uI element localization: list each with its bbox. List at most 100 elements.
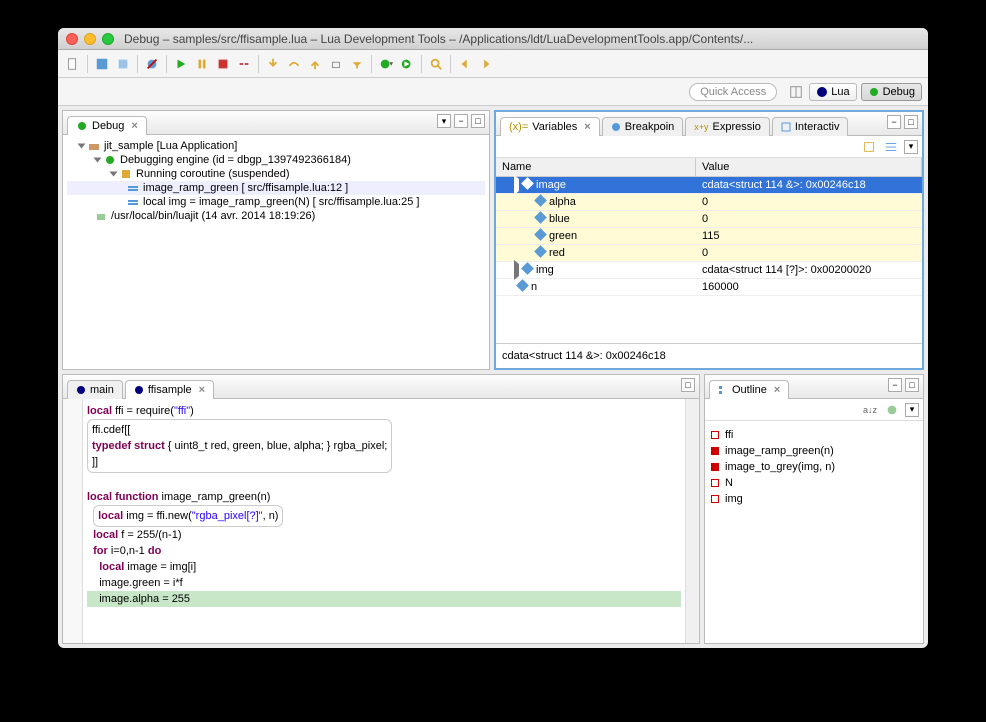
bug-icon [76, 120, 88, 132]
tab-label: Variables [532, 121, 577, 133]
drop-frame-button[interactable] [327, 55, 345, 73]
nav-fwd-button[interactable] [477, 55, 495, 73]
debug-perspective-button[interactable]: Debug [861, 83, 922, 101]
outline-item[interactable]: image_to_grey(img, n) [711, 459, 917, 475]
step-return-button[interactable] [306, 55, 324, 73]
editor-tab-ffisample[interactable]: ffisample × [125, 380, 214, 399]
variable-row[interactable]: n 160000 [496, 279, 922, 296]
debug-dropdown-button[interactable] [377, 55, 395, 73]
view-menu-button[interactable]: ▾ [437, 114, 451, 128]
stack-frame[interactable]: image_ramp_green [ src/ffisample.lua:12 … [67, 181, 485, 195]
close-icon[interactable]: × [774, 384, 780, 396]
tab-label: Expressio [713, 121, 761, 133]
var-icon [711, 431, 719, 439]
maximize-view-button[interactable]: □ [471, 114, 485, 128]
debug-tab[interactable]: Debug × [67, 116, 147, 135]
maximize-icon[interactable] [102, 33, 114, 45]
close-icon[interactable]: × [584, 121, 590, 133]
table-header: Name Value [496, 158, 922, 177]
launch-node[interactable]: jit_sample [Lua Application] [67, 139, 485, 153]
breakpoint-icon [611, 122, 621, 132]
outline-item[interactable]: image_ramp_green(n) [711, 443, 917, 459]
expressions-tab[interactable]: x+yExpressio [685, 117, 770, 136]
var-icon [711, 479, 719, 487]
name-column-header[interactable]: Name [496, 158, 696, 176]
disconnect-button[interactable] [235, 55, 253, 73]
variable-row[interactable]: red 0 [496, 245, 922, 262]
outline-item[interactable]: N [711, 475, 917, 491]
thread-node[interactable]: Running coroutine (suspended) [67, 167, 485, 181]
variable-row[interactable]: image cdata<struct 114 &>: 0x00246c18 [496, 177, 922, 194]
variables-table[interactable]: Name Value image cdata<struct 114 &>: 0x… [496, 158, 922, 343]
close-icon[interactable]: × [199, 384, 205, 396]
view-menu-button[interactable]: ▾ [905, 403, 919, 417]
run-dropdown-button[interactable] [398, 55, 416, 73]
outline-icon [718, 385, 728, 395]
engine-node[interactable]: Debugging engine (id = dbgp_139749236618… [67, 153, 485, 167]
nav-back-button[interactable] [456, 55, 474, 73]
breakpoints-tab[interactable]: Breakpoin [602, 117, 684, 136]
search-button[interactable] [427, 55, 445, 73]
variables-tab[interactable]: (x)=Variables× [500, 117, 600, 136]
titlebar: Debug – samples/src/ffisample.lua – Lua … [58, 28, 928, 50]
var-icon [711, 495, 719, 503]
perspective-label: Lua [831, 86, 849, 98]
launch-icon [88, 140, 100, 152]
window-title: Debug – samples/src/ffisample.lua – Lua … [124, 32, 920, 46]
editor-gutter[interactable] [63, 399, 83, 643]
outline-tab[interactable]: Outline × [709, 380, 789, 399]
maximize-view-button[interactable]: □ [904, 115, 918, 129]
show-type-button[interactable] [860, 138, 878, 156]
perspective-label: Debug [883, 86, 915, 98]
console-icon [781, 122, 791, 132]
process-node[interactable]: /usr/local/bin/luajit (14 avr. 2014 18:1… [67, 209, 485, 223]
maximize-view-button[interactable]: □ [681, 378, 695, 392]
value-column-header[interactable]: Value [696, 158, 922, 176]
minimize-view-button[interactable]: − [888, 378, 902, 392]
variable-row[interactable]: img cdata<struct 114 [?]>: 0x00200020 [496, 262, 922, 279]
interactive-tab[interactable]: Interactiv [772, 117, 849, 136]
variable-row[interactable]: green 115 [496, 228, 922, 245]
frame-icon [127, 196, 139, 208]
terminate-button[interactable] [214, 55, 232, 73]
tab-label: Interactiv [795, 121, 840, 133]
collapse-button[interactable] [882, 138, 900, 156]
outline-list[interactable]: ffi image_ramp_green(n) image_to_grey(im… [705, 421, 923, 643]
window-controls [66, 33, 114, 45]
editor-tab-main[interactable]: main [67, 380, 123, 399]
step-into-button[interactable] [264, 55, 282, 73]
func-icon [711, 463, 719, 471]
close-icon[interactable]: × [131, 120, 137, 132]
view-menu-button[interactable]: ▾ [904, 140, 918, 154]
filter-button[interactable] [883, 401, 901, 419]
tab-label: ffisample [148, 384, 192, 396]
minimize-view-button[interactable]: − [454, 114, 468, 128]
minimize-view-button[interactable]: − [887, 115, 901, 129]
sort-button[interactable]: a↓z [861, 401, 879, 419]
save-all-button[interactable] [114, 55, 132, 73]
stack-frame[interactable]: local img = image_ramp_green(N) [ src/ff… [67, 195, 485, 209]
quick-access-input[interactable]: Quick Access [689, 83, 777, 101]
step-filter-button[interactable] [348, 55, 366, 73]
outline-item[interactable]: img [711, 491, 917, 507]
code-editor[interactable]: local ffi = require("ffi") ffi.cdef[[ ty… [63, 399, 699, 643]
outline-item[interactable]: ffi [711, 427, 917, 443]
close-icon[interactable] [66, 33, 78, 45]
variable-row[interactable]: alpha 0 [496, 194, 922, 211]
perspective-bar: Quick Access Lua Debug [58, 78, 928, 106]
tab-label: Outline [732, 384, 767, 396]
editor-scrollbar[interactable] [685, 399, 699, 643]
step-over-button[interactable] [285, 55, 303, 73]
open-perspective-button[interactable] [787, 83, 805, 101]
suspend-button[interactable] [193, 55, 211, 73]
minimize-icon[interactable] [84, 33, 96, 45]
debug-tree[interactable]: jit_sample [Lua Application] Debugging e… [63, 135, 489, 369]
resume-button[interactable] [172, 55, 190, 73]
variable-row[interactable]: blue 0 [496, 211, 922, 228]
new-button[interactable] [64, 55, 82, 73]
tab-label: main [90, 384, 114, 396]
skip-breakpoints-button[interactable] [143, 55, 161, 73]
save-button[interactable] [93, 55, 111, 73]
lua-perspective-button[interactable]: Lua [809, 83, 856, 101]
maximize-view-button[interactable]: □ [905, 378, 919, 392]
